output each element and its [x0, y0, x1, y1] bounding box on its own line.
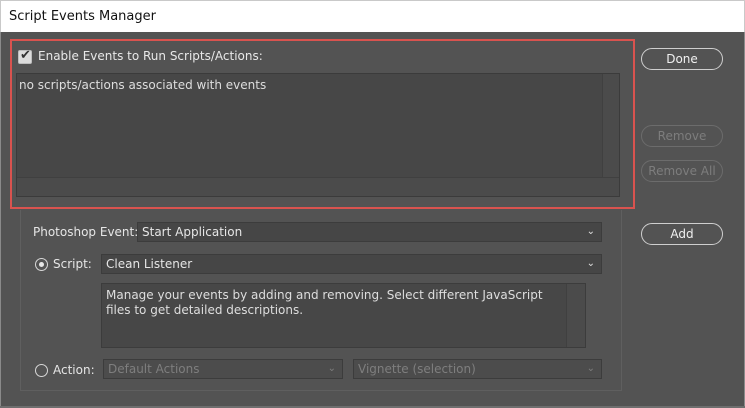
photoshop-event-value: Start Application [142, 225, 243, 239]
photoshop-event-label: Photoshop Event: [33, 225, 139, 239]
radio-selected-dot [39, 262, 44, 267]
done-button[interactable]: Done [641, 48, 723, 70]
check-icon: ✔ [20, 48, 31, 63]
script-value: Clean Listener [106, 257, 193, 271]
script-description-box: Manage your events by adding and removin… [101, 283, 586, 348]
event-list[interactable]: no scripts/actions associated with event… [16, 73, 620, 197]
title-bar: Script Events Manager [0, 0, 745, 32]
enable-events-label[interactable]: Enable Events to Run Scripts/Actions: [38, 49, 263, 63]
chevron-down-icon: ⌄ [586, 363, 595, 374]
script-description-text: Manage your events by adding and removin… [106, 288, 543, 317]
remove-button[interactable]: Remove [641, 125, 723, 147]
chevron-down-icon: ⌄ [586, 226, 595, 237]
script-dropdown[interactable]: Clean Listener ⌄ [101, 254, 602, 274]
action-label[interactable]: Action: [53, 363, 95, 377]
photoshop-event-dropdown[interactable]: Start Application ⌄ [137, 222, 602, 242]
action-set-value: Default Actions [108, 362, 200, 376]
enable-events-checkbox[interactable]: ✔ [18, 48, 32, 64]
window-title: Script Events Manager [9, 9, 156, 24]
chevron-down-icon: ⌄ [327, 363, 336, 374]
remove-all-button[interactable]: Remove All [641, 160, 723, 182]
script-label[interactable]: Script: [53, 257, 92, 271]
event-list-horizontal-scrollbar[interactable] [17, 177, 619, 196]
action-dropdown[interactable]: Vignette (selection) ⌄ [353, 359, 602, 379]
script-radio[interactable] [35, 258, 48, 271]
event-list-empty-text: no scripts/actions associated with event… [19, 78, 267, 92]
chevron-down-icon: ⌄ [586, 258, 595, 269]
action-set-dropdown[interactable]: Default Actions ⌄ [103, 359, 343, 379]
add-button[interactable]: Add [641, 223, 723, 245]
action-value: Vignette (selection) [358, 362, 476, 376]
action-radio[interactable] [35, 364, 48, 377]
description-vertical-scrollbar[interactable] [566, 284, 585, 347]
window-frame-left [0, 32, 1, 408]
